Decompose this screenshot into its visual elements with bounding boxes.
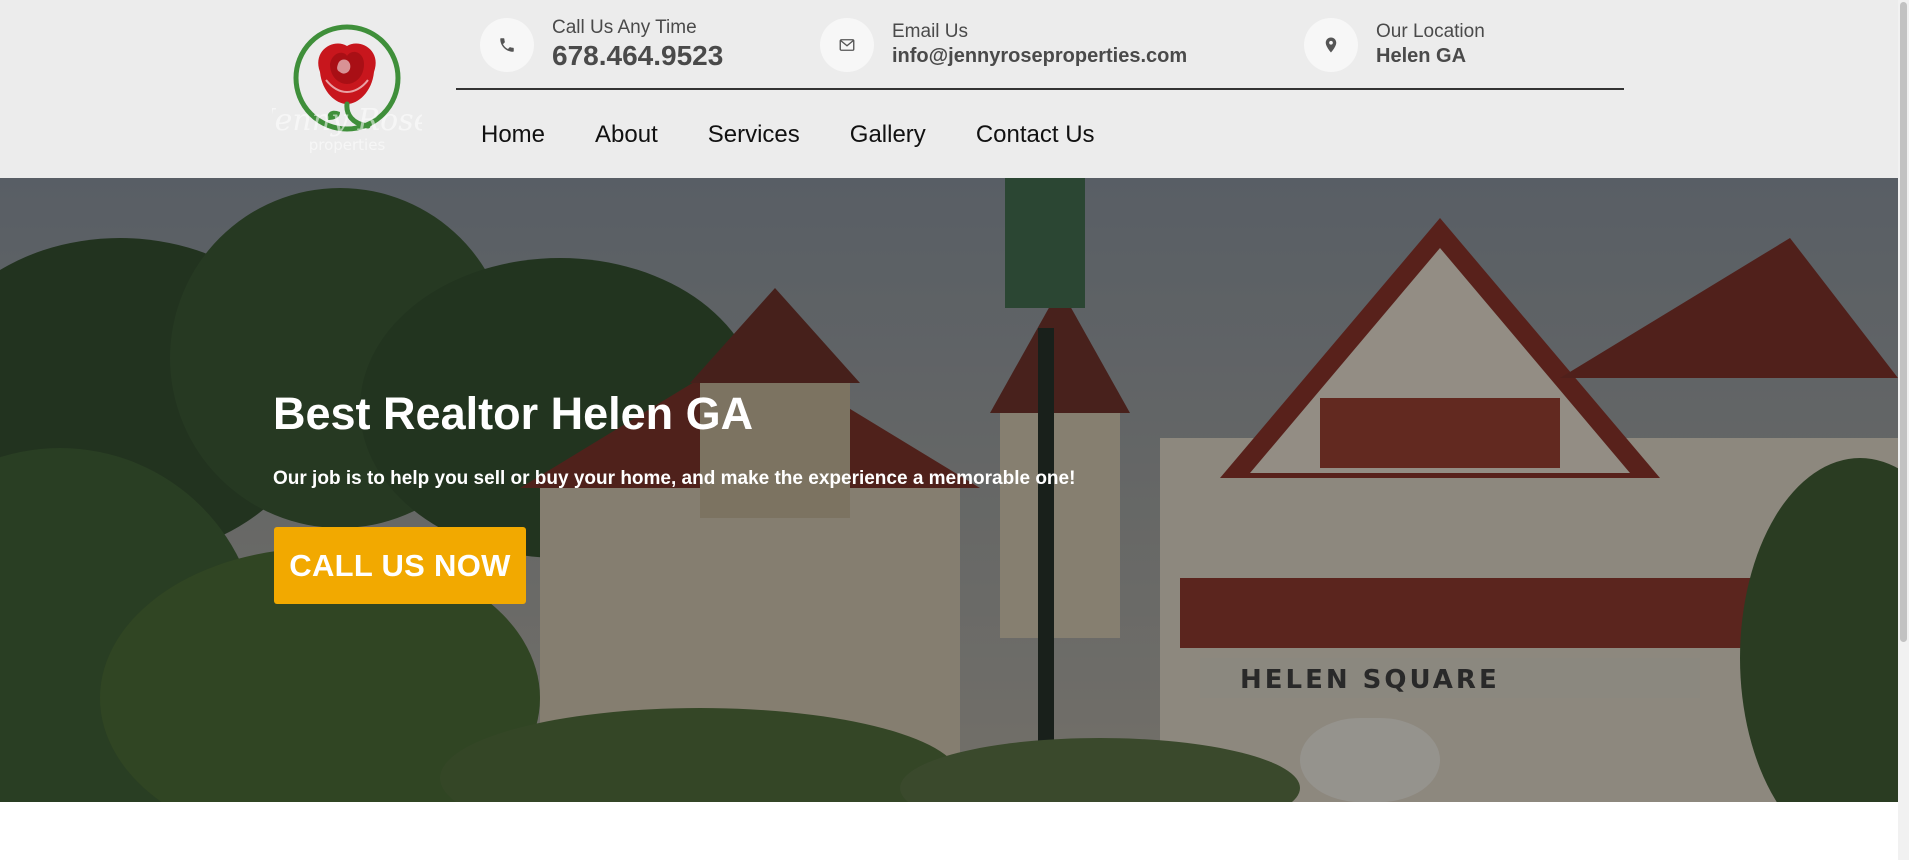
phone-label: Call Us Any Time	[552, 17, 697, 38]
nav-item-services[interactable]: Services	[708, 118, 800, 152]
nav-item-gallery[interactable]: Gallery	[850, 118, 926, 152]
nav-item-contact-us[interactable]: Contact Us	[976, 118, 1095, 152]
hero-title: Best Realtor Helen GA	[273, 388, 754, 439]
location-value: Helen GA	[1376, 45, 1467, 67]
nav-item-home[interactable]: Home	[481, 118, 545, 152]
svg-text:properties: properties	[309, 136, 386, 154]
email-link[interactable]: info@jennyroseproperties.com	[892, 45, 1187, 67]
call-us-now-button[interactable]: CALL US NOW	[274, 527, 526, 604]
hero-section: HELEN SQUARE Best Realtor Helen GA Our j…	[0, 178, 1898, 802]
email-label: Email Us	[892, 21, 969, 42]
phone-number-link[interactable]: 678.464.9523	[552, 40, 723, 71]
header-divider	[456, 88, 1624, 90]
hero-subtitle: Our job is to help you sell or buy your …	[273, 468, 1076, 489]
envelope-icon	[820, 18, 874, 72]
page-scrollbar[interactable]	[1898, 0, 1909, 860]
rose-logo-icon: Jenny Rose properties	[272, 24, 422, 154]
next-section	[0, 802, 1898, 860]
location-label: Our Location	[1376, 21, 1485, 42]
contact-phone: Call Us Any Time 678.464.9523	[480, 17, 723, 73]
phone-icon	[480, 18, 534, 72]
main-nav: Home About Services Gallery Contact Us	[481, 118, 1095, 152]
nav-item-about[interactable]: About	[595, 118, 658, 152]
svg-text:Jenny Rose: Jenny Rose	[272, 103, 422, 138]
scrollbar-thumb[interactable]	[1900, 2, 1907, 642]
contact-email: Email Us info@jennyroseproperties.com	[820, 17, 1187, 73]
site-logo[interactable]: Jenny Rose properties	[272, 20, 422, 155]
map-pin-icon	[1304, 18, 1358, 72]
contact-location: Our Location Helen GA	[1304, 17, 1485, 73]
site-header: Jenny Rose properties Call Us Any Time 6…	[0, 0, 1898, 178]
